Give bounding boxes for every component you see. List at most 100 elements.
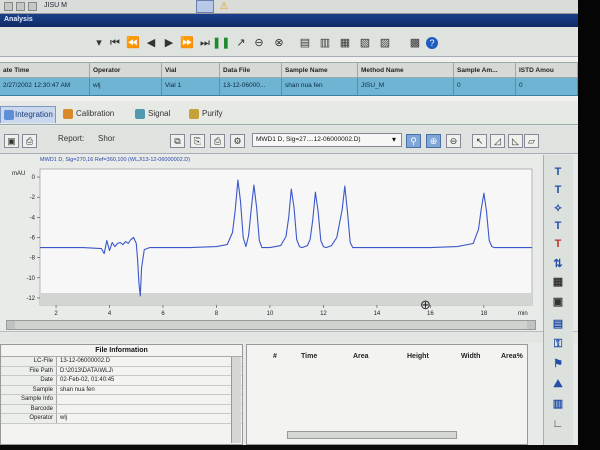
chromatogram-panel[interactable]: MWD1 D, Sig=270,16 Ref=360,100 (WLJ\13-1…	[0, 155, 540, 318]
chromatogram-chart[interactable]: 0-2-4-6-8-10-122 4 6 8 10 12 14 16 18mAUmin	[0, 155, 540, 318]
grid-icon[interactable]: ▩	[408, 36, 422, 50]
zoom-in-icon[interactable]: ⊕	[426, 134, 441, 148]
column-header[interactable]: Sample Name	[282, 63, 358, 77]
report-style-value[interactable]: Shor	[98, 134, 115, 143]
list-item: Sample Info	[1, 395, 242, 405]
text-tool-icon[interactable]: T	[550, 165, 566, 180]
text-bold-icon[interactable]: T	[550, 183, 566, 198]
chevron-down-icon[interactable]: ▾	[392, 135, 396, 144]
signal-select[interactable]: MWD1 D, Sig=27....12-06000002.D)	[252, 133, 402, 147]
tab-label: Integration	[15, 110, 53, 119]
report-icon[interactable]: ▣	[4, 134, 19, 148]
field-value: wlj	[60, 415, 67, 421]
text-format-icon[interactable]: T	[550, 219, 566, 234]
split-icon[interactable]: ◺	[508, 134, 523, 148]
column-header[interactable]: Width	[461, 353, 480, 360]
text-color-icon[interactable]: T	[550, 237, 566, 252]
table-delete-icon[interactable]: ▨	[378, 36, 392, 50]
tab-purify[interactable]: Purify	[186, 106, 236, 123]
splitter[interactable]	[0, 331, 578, 343]
horizontal-scrollbar[interactable]	[6, 320, 536, 330]
x-tick-label: 12	[320, 311, 327, 317]
list-item: LC-File 13-12-06000002.D	[1, 357, 242, 367]
x-tick-label: 4	[108, 311, 112, 317]
window-button[interactable]	[4, 2, 13, 11]
table-cell: 2/27/2002 12:30:47 AM	[0, 78, 90, 95]
y-tick-label: 0	[32, 175, 36, 181]
peak-icon[interactable]: ⛰	[550, 377, 566, 392]
previous-icon[interactable]: ⏪	[126, 36, 140, 50]
overlay-icon[interactable]: ▣	[550, 295, 566, 310]
pause-icon[interactable]: ❚❚	[212, 36, 230, 50]
step-forward-icon[interactable]: ⏩	[180, 36, 194, 50]
pointer-icon[interactable]: ↖	[472, 134, 487, 148]
table-add-icon[interactable]: ▥	[318, 36, 332, 50]
column-header[interactable]: Time	[301, 353, 317, 360]
settings-icon[interactable]: ⚙	[230, 134, 245, 148]
flag-icon[interactable]: ⚑	[550, 357, 566, 372]
print-preview-icon[interactable]: ⎙	[210, 134, 225, 148]
horizontal-scrollbar[interactable]	[287, 431, 457, 439]
baseline-icon[interactable]: ◿	[490, 134, 505, 148]
help-icon[interactable]: ?	[426, 37, 438, 49]
signal-icon	[135, 109, 145, 119]
play-icon[interactable]: ▶	[162, 36, 176, 50]
print-icon[interactable]: ⎙	[22, 134, 37, 148]
collapse-icon[interactable]: ▾	[92, 36, 106, 50]
column-header[interactable]: #	[273, 353, 277, 360]
file-information-panel: File Information LC-File 13-12-06000002.D…	[0, 344, 243, 445]
table-icon[interactable]: ▤	[298, 36, 312, 50]
field-label: Sample	[1, 385, 57, 394]
paste-icon[interactable]: ⎘	[190, 134, 205, 148]
ruler-icon[interactable]: ∟	[550, 417, 566, 432]
minus-icon[interactable]: ⊖	[252, 36, 266, 50]
column-header[interactable]: Method Name	[358, 63, 454, 77]
x-axis-label: min	[518, 311, 528, 317]
column-header[interactable]: Data File	[220, 63, 282, 77]
column-header[interactable]: ate Time	[0, 63, 90, 77]
y-tick-label: -2	[30, 195, 36, 201]
column-header[interactable]: Area%	[501, 353, 523, 360]
tab-integration[interactable]: Integration	[0, 106, 56, 123]
purify-icon	[189, 109, 199, 119]
spectrum-icon[interactable]: ▤	[550, 317, 566, 332]
table-move-icon[interactable]: ▧	[358, 36, 372, 50]
list-item: Date 02-Feb-02, 01:40:45	[1, 376, 242, 386]
report-label: Report:	[58, 134, 85, 143]
step-back-icon[interactable]: ◀	[144, 36, 158, 50]
column-header[interactable]: Area	[353, 353, 369, 360]
zoom-out-icon[interactable]: ⊖	[446, 134, 461, 148]
stop-icon[interactable]: ⊗	[272, 36, 286, 50]
window-button[interactable]	[16, 2, 25, 11]
vertical-scrollbar[interactable]	[231, 357, 241, 443]
window-button[interactable]	[28, 2, 37, 11]
copy-icon[interactable]: ⧉	[170, 134, 185, 148]
column-header[interactable]: ISTD Amou	[516, 63, 578, 77]
column-header[interactable]: Operator	[90, 63, 162, 77]
vertical-toolbar: T T ⟡ T T ⇅ ▦ ▣ ▤ ⚿ ⚑ ⛰ ▥ ∟	[543, 155, 573, 445]
lock-icon[interactable]: ⚿	[550, 337, 566, 352]
column-header[interactable]: Sample Am...	[454, 63, 516, 77]
table-edit-icon[interactable]: ▦	[338, 36, 352, 50]
y-tick-label: -6	[30, 236, 36, 242]
grid-view-button[interactable]	[196, 0, 214, 13]
zoom-icon[interactable]: ⚲	[406, 134, 421, 148]
tab-calibration[interactable]: Calibration	[60, 106, 130, 123]
last-icon[interactable]: ⏭	[198, 36, 212, 50]
field-value: D:\2013\DATA\WLJ\	[60, 367, 114, 374]
warning-icon[interactable]: ⚠	[218, 1, 230, 12]
scroll-right-icon[interactable]	[527, 321, 535, 329]
filter-icon[interactable]: ▥	[550, 397, 566, 412]
arrow-tool-icon[interactable]: ⟡	[550, 201, 566, 216]
scroll-left-icon[interactable]	[7, 321, 15, 329]
layout-icon[interactable]: ▦	[550, 275, 566, 290]
scale-icon[interactable]: ⇅	[550, 257, 566, 272]
table-row[interactable]: 2/27/2002 12:30:47 AM wlj Vial 1 13-12-0…	[0, 78, 578, 96]
delete-peak-icon[interactable]: ▱	[524, 134, 539, 148]
first-icon[interactable]: ⏮	[108, 36, 122, 50]
column-header[interactable]: Height	[407, 353, 429, 360]
tab-signal[interactable]: Signal	[132, 106, 182, 123]
link-icon[interactable]: ↗	[234, 36, 248, 50]
top-strip: JISU M ⚠	[0, 0, 578, 14]
column-header[interactable]: Vial	[162, 63, 220, 77]
